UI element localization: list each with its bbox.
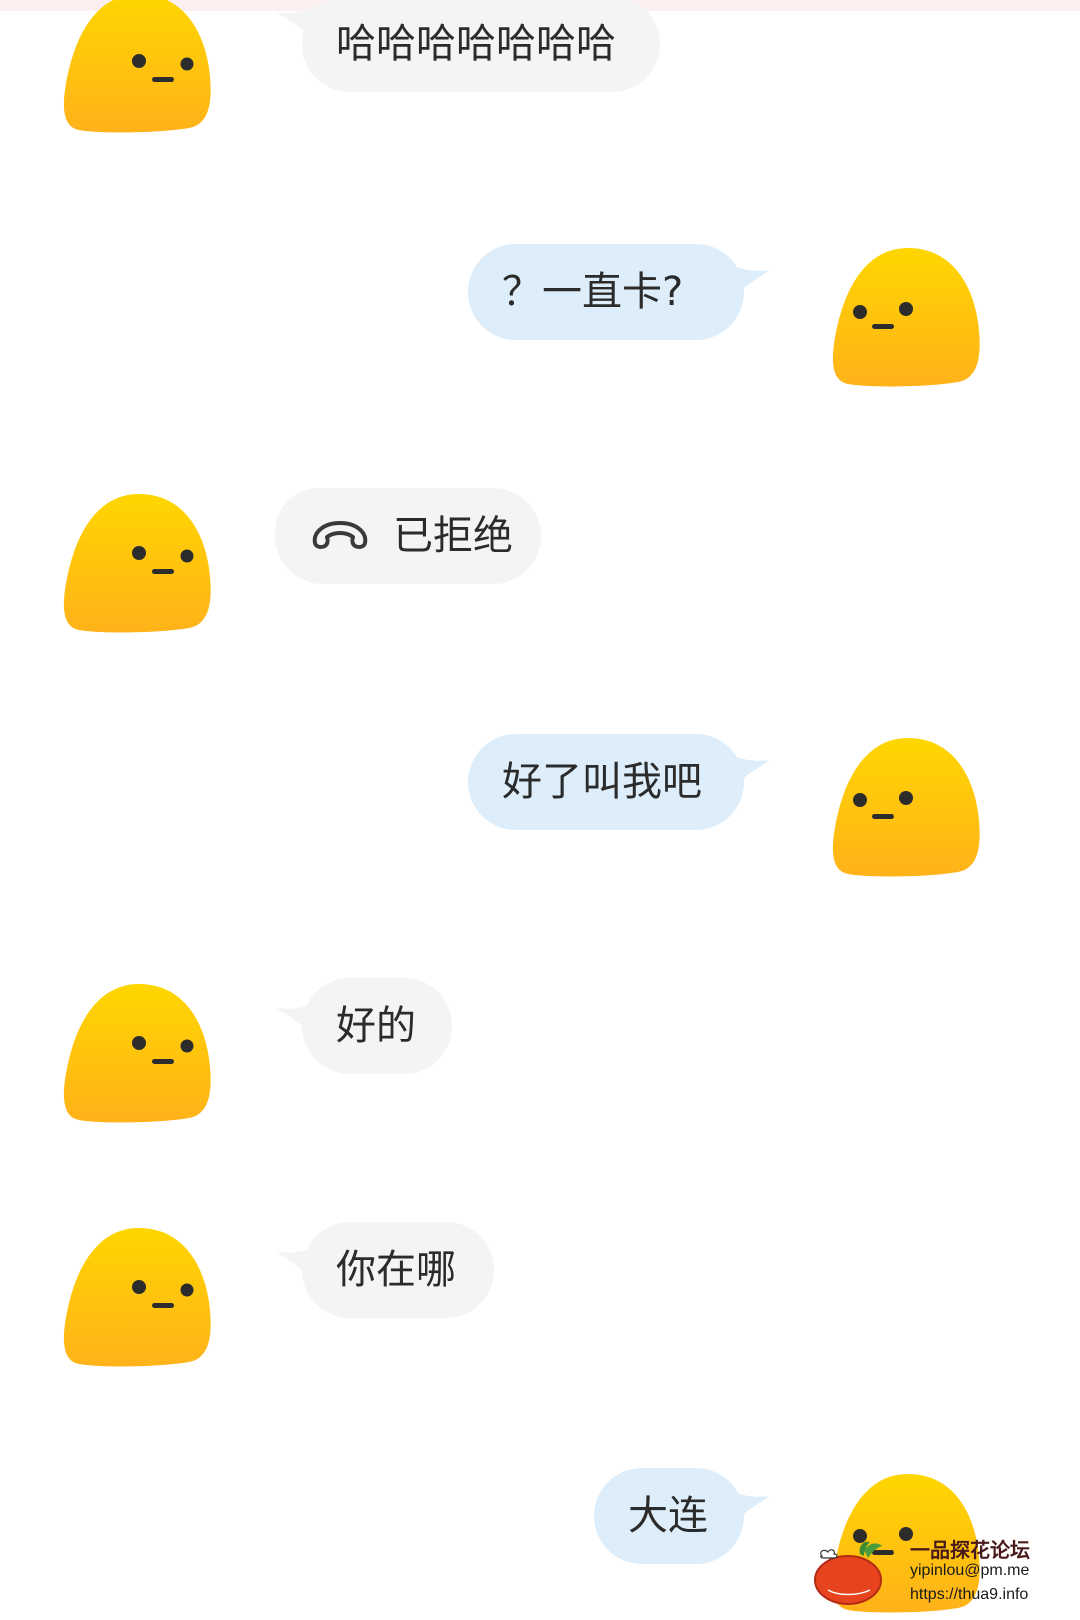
message-row: 已拒绝 [0,488,1080,648]
message-bubble-incoming[interactable]: 好的 [302,978,452,1074]
avatar-blob-icon[interactable] [61,1222,221,1372]
call-status-text: 已拒绝 [393,513,513,559]
message-text: 好的 [336,1003,416,1049]
message-text: 哈哈哈哈哈哈哈 [336,21,616,67]
watermark-title: 一品探花论坛 [910,1538,1030,1562]
message-bubble-incoming[interactable]: 你在哪 [302,1222,494,1318]
message-row: 好了叫我吧 [0,732,1080,892]
phone-hangup-icon [312,521,368,549]
message-text: 好了叫我吧 [502,759,702,805]
message-bubble-incoming[interactable]: 哈哈哈哈哈哈哈 [302,0,660,92]
message-text: ？一直卡? [502,269,684,315]
message-row: ？一直卡? [0,242,1080,402]
forum-logo-icon [814,1541,882,1605]
message-bubble-outgoing[interactable]: 大连 [594,1468,744,1564]
avatar-blob-icon[interactable] [830,242,990,392]
watermark-email: yipinlou@pm.me [910,1562,1030,1579]
call-status-bubble[interactable]: 已拒绝 [275,488,541,584]
chat-screen: 哈哈哈哈哈哈哈 ？一直卡? 已拒绝 好了叫我吧 好的 你在哪 大连 一品探花论坛… [0,0,1080,1620]
avatar-blob-icon[interactable] [830,732,990,882]
avatar-blob-icon[interactable] [61,488,221,638]
message-row: 好的 [0,978,1080,1138]
message-text: 你在哪 [336,1247,456,1293]
message-text: 大连 [628,1493,708,1539]
avatar-blob-icon[interactable] [61,978,221,1128]
message-bubble-outgoing[interactable]: 好了叫我吧 [468,734,744,830]
forum-watermark: 一品探花论坛 yipinlou@pm.me https://thua9.info [808,1528,1080,1620]
message-bubble-outgoing[interactable]: ？一直卡? [468,244,744,340]
watermark-url: https://thua9.info [910,1586,1029,1603]
message-row: 哈哈哈哈哈哈哈 [0,0,1080,160]
message-row: 你在哪 [0,1222,1080,1382]
avatar-blob-icon[interactable] [61,0,221,138]
